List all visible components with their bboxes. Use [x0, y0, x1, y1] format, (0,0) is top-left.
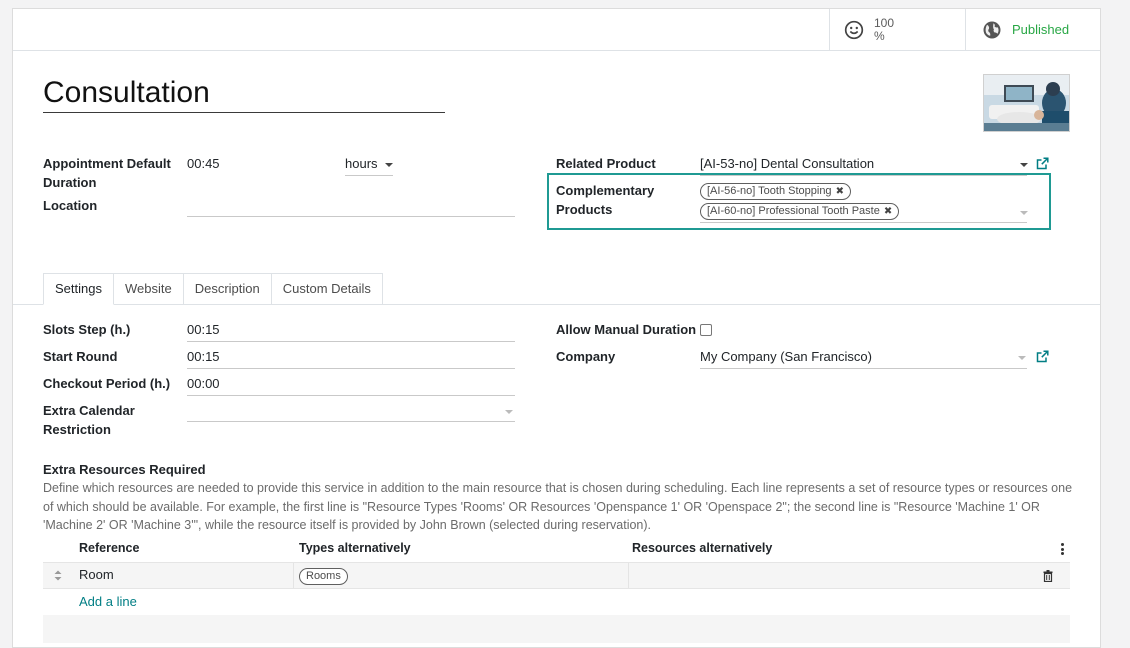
- form-sheet: 100 % Published Consultation Appointment…: [12, 8, 1101, 648]
- published-stat-button[interactable]: Published: [965, 9, 1101, 50]
- rating-number: 100: [874, 15, 895, 30]
- kebab-menu-icon[interactable]: [1061, 543, 1065, 557]
- button-box: 100 % Published: [13, 9, 1100, 51]
- extra-calendar-label-line1: Extra Calendar: [43, 403, 135, 418]
- related-product-label: Related Product: [556, 156, 656, 171]
- appointment-duration-label-line1: Appointment Default: [43, 156, 171, 171]
- start-round-label: Start Round: [43, 349, 118, 364]
- row-reference: Room: [79, 567, 114, 582]
- column-resources-alternatively[interactable]: Resources alternatively: [632, 539, 772, 557]
- trash-icon[interactable]: [1043, 570, 1053, 582]
- location-input[interactable]: [187, 195, 515, 217]
- cell-divider: [628, 563, 629, 588]
- cell-divider: [293, 563, 294, 588]
- dental-photo: [984, 75, 1069, 131]
- extra-calendar-label: Extra Calendar Restriction: [43, 401, 135, 439]
- globe-icon: [983, 21, 1001, 38]
- rating-unit: %: [874, 28, 885, 43]
- extra-resources-heading: Extra Resources Required: [43, 462, 206, 477]
- company-input[interactable]: My Company (San Francisco): [700, 347, 1027, 369]
- chevron-down-icon: [505, 410, 513, 414]
- chevron-down-icon: [385, 163, 393, 167]
- appointment-duration-input[interactable]: 00:45: [187, 154, 337, 176]
- complementary-products-input[interactable]: [AI-56-no] Tooth Stopping ✖ [AI-60-no] Pr…: [700, 181, 1028, 223]
- allow-manual-duration-checkbox[interactable]: [700, 324, 712, 336]
- product-tag-label: [AI-56-no] Tooth Stopping: [707, 185, 832, 197]
- tab-description[interactable]: Description: [183, 273, 272, 305]
- published-label: Published: [1012, 22, 1070, 37]
- duration-unit-value: hours: [345, 156, 378, 171]
- smile-icon: [844, 20, 864, 39]
- extra-calendar-input[interactable]: [187, 400, 515, 422]
- remove-tag-icon[interactable]: ✖: [884, 206, 892, 217]
- complementary-products-label-line1: Complementary: [556, 183, 655, 198]
- related-product-value: [AI-53-no] Dental Consultation: [700, 156, 875, 171]
- column-types-alternatively[interactable]: Types alternatively: [299, 539, 411, 557]
- external-link-icon[interactable]: [1036, 157, 1049, 170]
- rating-stat-button[interactable]: 100 %: [829, 9, 965, 50]
- start-round-input[interactable]: 00:15: [187, 347, 515, 369]
- tab-website[interactable]: Website: [113, 273, 184, 305]
- checkout-period-label: Checkout Period (h.): [43, 376, 171, 391]
- location-label: Location: [43, 198, 98, 213]
- table-row[interactable]: Room Rooms: [43, 562, 1070, 589]
- add-line-link[interactable]: Add a line: [79, 594, 137, 609]
- extra-resources-description: Define which resources are needed to pro…: [43, 481, 1073, 532]
- allow-manual-duration-label: Allow Manual Duration: [556, 322, 697, 337]
- table-footer: [43, 615, 1070, 643]
- drag-handle-icon[interactable]: [54, 570, 62, 581]
- product-tag: [AI-56-no] Tooth Stopping ✖: [700, 183, 851, 200]
- appointment-duration-label: Appointment Default Duration: [43, 154, 171, 192]
- record-image[interactable]: [983, 74, 1070, 132]
- duration-unit-select[interactable]: hours: [345, 154, 393, 176]
- checkout-period-input[interactable]: 00:00: [187, 374, 515, 396]
- product-tag-label: [AI-60-no] Professional Tooth Paste: [707, 205, 880, 217]
- complementary-products-label-line2: Products: [556, 202, 613, 217]
- notebook-tabs: Settings Website Description Custom Deta…: [43, 273, 383, 305]
- company-value: My Company (San Francisco): [700, 349, 872, 364]
- record-title[interactable]: Consultation: [43, 73, 445, 113]
- resources-table-header: Reference Types alternatively Resources …: [43, 539, 1070, 561]
- complementary-products-label: Complementary Products: [556, 181, 654, 219]
- chevron-down-icon: [1020, 163, 1028, 167]
- remove-tag-icon[interactable]: ✖: [836, 186, 844, 197]
- appointment-duration-label-line2: Duration: [43, 175, 97, 190]
- company-label: Company: [556, 349, 616, 364]
- chevron-down-icon: [1020, 211, 1028, 215]
- external-link-icon[interactable]: [1036, 350, 1049, 363]
- product-tag: [AI-60-no] Professional Tooth Paste ✖: [700, 203, 900, 220]
- tab-custom-details[interactable]: Custom Details: [271, 273, 383, 305]
- chevron-down-icon: [1018, 356, 1026, 360]
- column-reference[interactable]: Reference: [79, 539, 139, 557]
- extra-calendar-label-line2: Restriction: [43, 422, 111, 437]
- tab-settings[interactable]: Settings: [43, 273, 114, 305]
- slots-step-input[interactable]: 00:15: [187, 320, 515, 342]
- slots-step-label: Slots Step (h.): [43, 322, 131, 337]
- type-tag: Rooms: [299, 568, 348, 585]
- rating-value: 100 %: [874, 15, 895, 43]
